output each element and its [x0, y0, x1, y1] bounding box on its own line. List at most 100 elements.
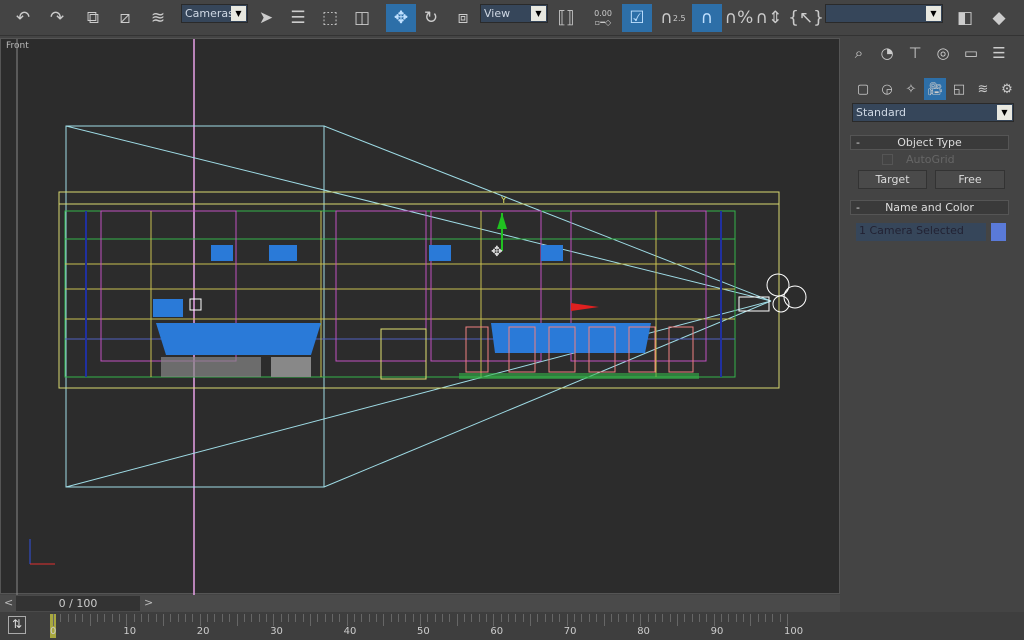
frame-tick: [625, 614, 627, 622]
frame-tick: [442, 614, 444, 622]
named-selection-dropdown[interactable]: ▼: [825, 4, 943, 23]
time-slider[interactable]: < 0 / 100 >: [0, 595, 840, 612]
autogrid-checkbox[interactable]: [882, 154, 893, 165]
prev-frame-button[interactable]: <: [4, 596, 13, 609]
frame-tick: [361, 614, 363, 622]
frame-label: 90: [710, 626, 724, 637]
frame-label: 30: [270, 626, 283, 637]
frame-tick: [603, 614, 605, 626]
frame-tick: [508, 614, 510, 622]
frame-label: 60: [490, 626, 504, 637]
type-dropdown[interactable]: Standard ▼: [852, 103, 1014, 122]
frame-tick: [750, 614, 752, 626]
geometry-icon[interactable]: ▢: [852, 78, 874, 100]
frame-tick: [500, 614, 502, 622]
helpers-icon[interactable]: ◱: [948, 78, 970, 100]
align-icon[interactable]: ◆: [986, 4, 1012, 32]
select-object-icon[interactable]: ➤: [253, 4, 279, 32]
frame-tick: [530, 614, 532, 626]
main-toolbar: ↶ ↷ ⧉ ⧄ ≋ Cameras ▼ ➤ ☰ ⬚ ◫ ✥ ↻ ⧈ View ▼ ⟦…: [0, 0, 1024, 36]
chevron-down-icon: ▼: [926, 6, 941, 21]
frame-tick: [456, 614, 458, 626]
frame-tick: [552, 614, 554, 622]
frame-tick: [192, 614, 194, 622]
cameras-icon[interactable]: 🎥︎: [924, 78, 946, 100]
rect-region-icon[interactable]: ⬚: [317, 4, 343, 32]
spinner-snap-toggle-icon[interactable]: ∩⇕: [756, 4, 783, 32]
unlink-icon[interactable]: ⧄: [112, 4, 138, 32]
move-icon[interactable]: ✥: [386, 4, 416, 32]
frame-tick: [632, 614, 634, 622]
collapse-icon: -: [856, 136, 860, 149]
utilities-icon[interactable]: ☰: [986, 40, 1012, 66]
track-bar[interactable]: ⇅ 0 10 20 30 40 50 60 70 80 90 100: [0, 612, 1024, 640]
frame-tick: [163, 614, 165, 626]
select-link-icon[interactable]: ⧉: [80, 4, 106, 32]
frame-label: 50: [417, 626, 430, 637]
frame-tick: [148, 614, 150, 622]
frame-tick: [486, 614, 488, 622]
rotate-icon[interactable]: ↻: [418, 4, 444, 32]
frame-tick: [339, 614, 341, 622]
select-by-name-icon[interactable]: ☰: [285, 4, 311, 32]
create-icon[interactable]: ⌕: [846, 40, 872, 66]
spinner-snap-icon[interactable]: 0.00 ▫━◇: [590, 4, 616, 32]
frame-tick: [141, 614, 143, 622]
chevron-down-icon: ▼: [997, 105, 1012, 120]
front-viewport[interactable]: Front Y ✥: [0, 38, 840, 595]
angle-snap-icon[interactable]: ∩: [692, 4, 722, 32]
frame-tick: [397, 614, 399, 622]
frame-tick: [787, 614, 788, 626]
name-color-rollout[interactable]: - Name and Color: [850, 200, 1009, 215]
mirror-icon[interactable]: ◧: [952, 4, 978, 32]
frame-tick: [265, 614, 267, 622]
snap-icon[interactable]: ∩ 2.5: [660, 4, 686, 32]
reference-coord-dropdown[interactable]: View ▼: [480, 4, 548, 23]
object-type-rollout[interactable]: - Object Type: [850, 135, 1009, 150]
lights-icon[interactable]: ✧: [900, 78, 922, 100]
hierarchy-icon[interactable]: ⊤: [902, 40, 928, 66]
toggle-icon[interactable]: ☑: [622, 4, 652, 32]
key-mode-toggle-icon[interactable]: ⇅: [8, 616, 26, 634]
frame-tick: [258, 614, 260, 622]
modify-icon[interactable]: ◔: [874, 40, 900, 66]
scale-icon[interactable]: ⧈: [450, 4, 476, 32]
frame-tick: [764, 614, 766, 622]
bind-space-warp-icon[interactable]: ≋: [145, 4, 171, 32]
object-name-field[interactable]: 1 Camera Selected: [856, 223, 986, 241]
percent-snap-icon[interactable]: ∩%: [725, 4, 754, 32]
object-color-swatch[interactable]: [991, 223, 1006, 241]
frame-tick: [97, 614, 99, 622]
frame-tick: [618, 614, 620, 622]
free-camera-button[interactable]: Free: [935, 170, 1005, 189]
frame-tick: [251, 614, 253, 622]
frame-tick: [574, 614, 576, 622]
frame-label: 10: [123, 626, 137, 637]
redo-icon[interactable]: ↷: [44, 4, 70, 32]
frame-tick: [742, 614, 744, 622]
edit-named-selection-icon[interactable]: {↖}: [788, 4, 824, 32]
systems-icon[interactable]: ⚙: [996, 78, 1018, 100]
frame-label: 40: [343, 626, 357, 637]
frame-tick: [236, 614, 238, 626]
window-crossing-icon[interactable]: ◫: [349, 4, 375, 32]
selection-filter-dropdown[interactable]: Cameras ▼: [181, 4, 248, 23]
space-warps-icon[interactable]: ≋: [972, 78, 994, 100]
mirror-align-icon[interactable]: ⟦⟧: [553, 4, 579, 32]
frame-tick: [640, 614, 642, 626]
shapes-icon[interactable]: ◶: [876, 78, 898, 100]
autogrid-label: AutoGrid: [906, 153, 955, 166]
frame-tick: [309, 614, 311, 626]
frame-tick: [691, 614, 693, 622]
motion-icon[interactable]: ◎: [930, 40, 956, 66]
display-icon[interactable]: ▭: [958, 40, 984, 66]
target-camera-button[interactable]: Target: [858, 170, 927, 189]
frame-tick: [324, 614, 326, 622]
frame-tick: [155, 614, 157, 622]
frame-tick: [229, 614, 231, 622]
next-frame-button[interactable]: >: [144, 596, 153, 609]
frame-tick: [559, 614, 561, 622]
time-slider-thumb[interactable]: 0 / 100: [16, 596, 140, 611]
undo-icon[interactable]: ↶: [10, 4, 36, 32]
frame-tick: [713, 614, 715, 626]
